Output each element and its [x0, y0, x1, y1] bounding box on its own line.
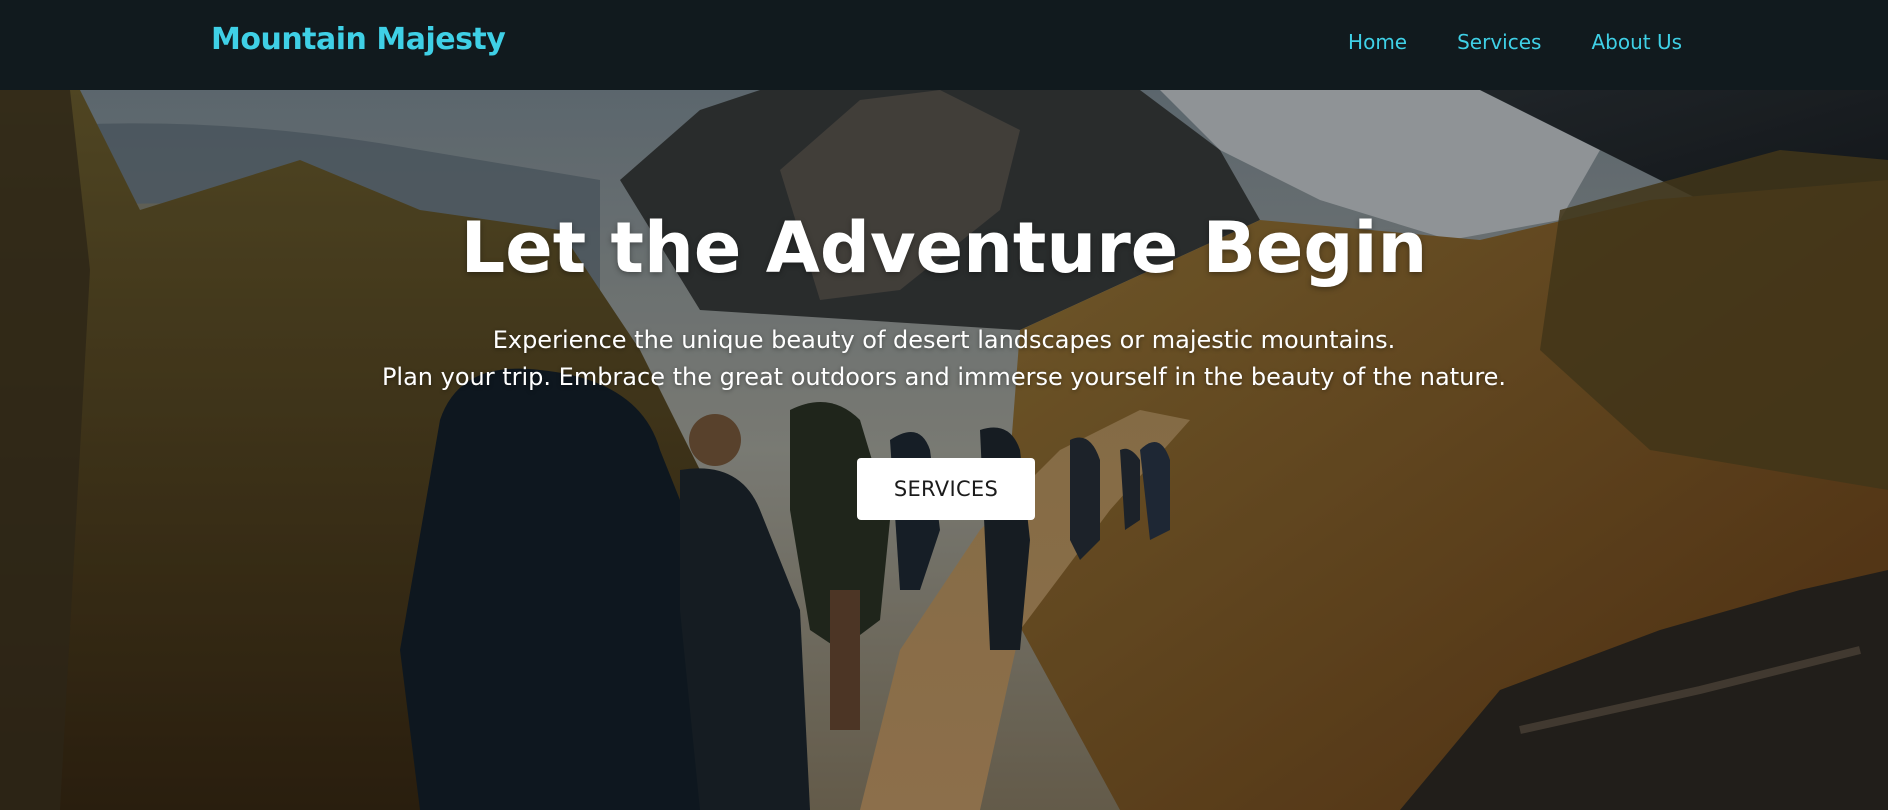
navbar: Mountain Majesty Home Services About Us	[0, 0, 1888, 90]
nav-link-about-us[interactable]: About Us	[1591, 30, 1682, 54]
nav-link-home[interactable]: Home	[1348, 30, 1407, 54]
hero-title: Let the Adventure Begin	[460, 207, 1428, 289]
hero-overlay	[0, 90, 1888, 810]
brand-logo[interactable]: Mountain Majesty	[211, 22, 506, 57]
nav-links: Home Services About Us	[1348, 30, 1682, 54]
nav-link-services[interactable]: Services	[1457, 30, 1541, 54]
page: Mountain Majesty Home Services About Us	[0, 0, 1888, 810]
hero-section: Let the Adventure Begin Experience the u…	[0, 90, 1888, 810]
hero-subtitle-line-1: Experience the unique beauty of desert l…	[492, 326, 1396, 354]
services-button[interactable]: SERVICES	[857, 458, 1035, 520]
hero-subtitle-line-2: Plan your trip. Embrace the great outdoo…	[381, 363, 1507, 391]
